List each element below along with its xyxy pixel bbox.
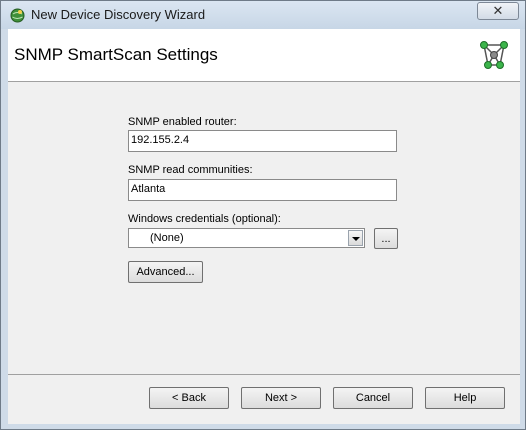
wizard-footer: < Back Next > Cancel Help [8,374,520,424]
router-label: SNMP enabled router: [128,116,237,128]
wizard-window: New Device Discovery Wizard ✕ SNMP Smart… [0,0,526,430]
credentials-dropdown[interactable]: (None) [128,228,365,248]
advanced-button[interactable]: Advanced... [128,261,203,283]
credentials-selected-value: (None) [150,232,184,244]
browse-credentials-button[interactable]: ... [374,228,398,249]
credentials-label: Windows credentials (optional): [128,213,281,225]
wizard-body: SNMP enabled router: 192.155.2.4 SNMP re… [8,82,520,374]
communities-input[interactable]: Atlanta [128,179,397,201]
next-button[interactable]: Next > [241,387,321,409]
app-globe-icon [10,8,25,23]
close-button[interactable]: ✕ [477,2,519,20]
wizard-header: SNMP SmartScan Settings [8,29,520,82]
cancel-button[interactable]: Cancel [333,387,413,409]
title-bar[interactable]: New Device Discovery Wizard ✕ [1,1,525,29]
help-button[interactable]: Help [425,387,505,409]
close-icon: ✕ [492,3,504,18]
router-input[interactable]: 192.155.2.4 [128,130,397,152]
window-title: New Device Discovery Wizard [31,7,206,22]
chevron-down-icon[interactable] [348,230,363,246]
back-button[interactable]: < Back [149,387,229,409]
page-title: SNMP SmartScan Settings [14,45,218,64]
communities-label: SNMP read communities: [128,164,253,176]
network-cube-icon [480,41,508,69]
